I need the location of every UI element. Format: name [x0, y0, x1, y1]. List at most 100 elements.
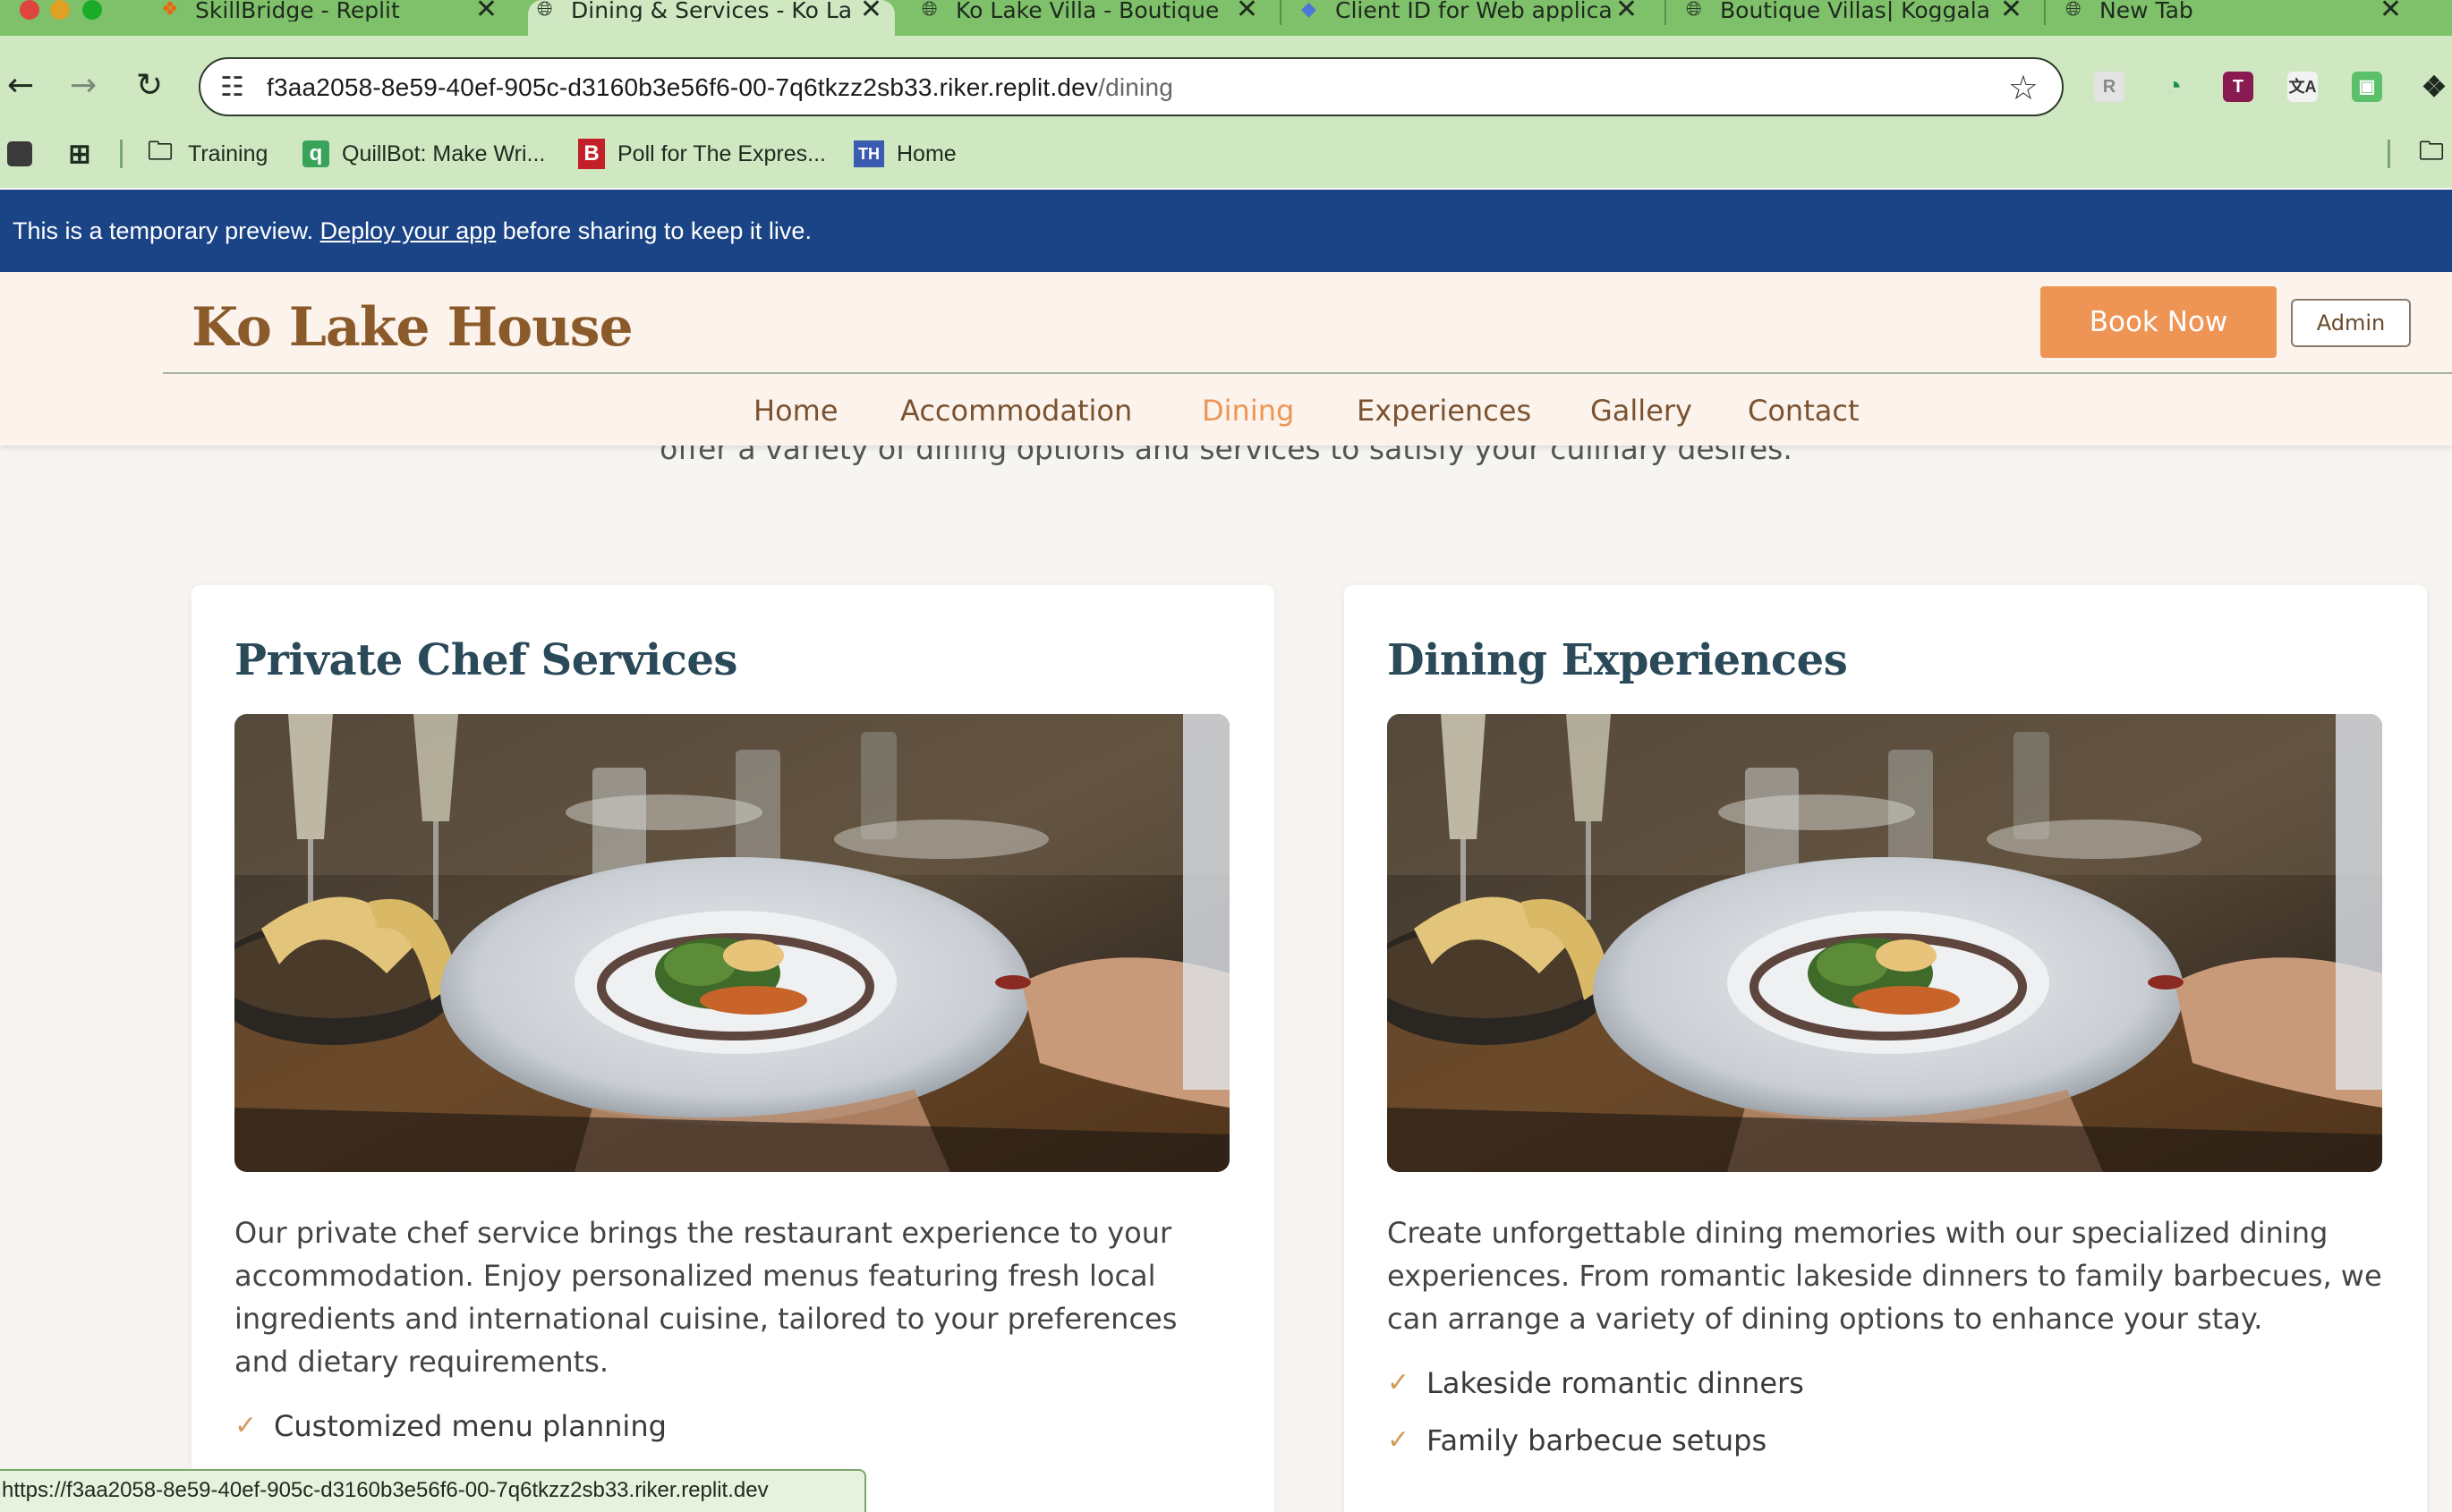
browser-tab[interactable]: 🌐︎ Boutique Villas| Koggala ✕ [1677, 0, 2035, 36]
address-url[interactable]: f3aa2058-8e59-40ef-905c-d3160b3e56f6-00-… [267, 72, 1173, 104]
bookmark-star-icon[interactable]: ☆ [2008, 68, 2039, 107]
globe-icon: 🌐︎ [922, 0, 938, 21]
browser-tabstrip: ❖ SkillBridge - Replit ✕ 🌐︎ Dining & Ser… [0, 0, 2452, 36]
link-status-bar: https://f3aa2058-8e59-40ef-905c-d3160b3e… [0, 1469, 866, 1512]
browser-tab[interactable]: ◆ Client ID for Web applica ✕ [1292, 0, 1650, 36]
forward-arrow-icon[interactable]: → [70, 70, 97, 102]
bookmark-separator [2388, 140, 2390, 168]
folder-icon: 🗀︎ [147, 137, 173, 165]
back-arrow-icon[interactable]: ← [7, 70, 34, 102]
preview-banner: This is a temporary preview. Deploy your… [0, 190, 2452, 272]
google-cloud-icon: ◆ [1301, 0, 1316, 21]
check-icon: ✓ [1387, 1424, 1410, 1456]
list-item: ✓ Lakeside romantic dinners [1387, 1355, 2382, 1412]
card-description: Create unforgettable dining memories wit… [1387, 1216, 2382, 1336]
apps-grid[interactable]: ⊞ [64, 136, 107, 172]
th-icon: TH [854, 140, 884, 167]
close-tab-icon[interactable]: ✕ [860, 0, 882, 23]
square-icon [7, 141, 32, 166]
book-now-button[interactable]: Book Now [2040, 286, 2277, 358]
close-window-button[interactable] [20, 0, 39, 20]
close-tab-icon[interactable]: ✕ [2380, 0, 2402, 23]
extension-icon[interactable]: R [2094, 72, 2124, 102]
tab-separator [1280, 0, 1281, 25]
site-settings-icon[interactable]: ☷ [220, 72, 244, 103]
close-tab-icon[interactable]: ✕ [1236, 0, 1258, 23]
maximize-window-button[interactable] [82, 0, 102, 20]
card-title: Dining Experiences [1387, 635, 1848, 685]
list-item: ✓ Family barbecue setups [1387, 1412, 2382, 1469]
card-title: Private Chef Services [234, 635, 737, 685]
banner-text: This is a temporary preview. [13, 217, 320, 244]
bookmark-label: Home [897, 140, 957, 166]
dining-experiences-card: Dining Experiences Create unforgettable … [1344, 585, 2427, 1512]
bookmark-square[interactable] [7, 136, 32, 172]
bookmark-label: QuillBot: Make Wri... [342, 140, 546, 166]
browser-tab[interactable]: ❖ SkillBridge - Replit ✕ [152, 0, 510, 36]
tab-title: SkillBridge - Replit [195, 0, 400, 21]
url-path: /dining [1098, 73, 1174, 101]
tab-separator [2044, 0, 2046, 25]
translate-icon[interactable]: 文A [2287, 72, 2318, 102]
bookmark-poll[interactable]: B Poll for The Expres... [578, 136, 826, 172]
extension-t-icon[interactable]: T [2223, 72, 2253, 102]
globe-icon: 🌐︎ [1686, 0, 1702, 21]
tab-title: Dining & Services - Ko La [571, 0, 853, 21]
site-header: Ko Lake House Book Now Admin Home Accomm… [0, 272, 2452, 446]
poll-icon: B [578, 139, 605, 169]
reload-icon[interactable]: ↻ [136, 70, 163, 102]
nav-gallery[interactable]: Gallery [1590, 388, 1692, 433]
tab-title: New Tab [2099, 0, 2193, 21]
feature-label: Family barbecue setups [1426, 1423, 1767, 1457]
admin-button[interactable]: Admin [2291, 299, 2411, 347]
minimize-window-button[interactable] [50, 0, 70, 20]
bookmark-label: Poll for The Expres... [617, 140, 826, 166]
main-nav: Home Accommodation Dining Experiences Ga… [0, 388, 2452, 433]
replit-icon: ❖ [161, 0, 179, 21]
dining-photo [234, 714, 1230, 1172]
extensions-puzzle-icon[interactable]: ❖ [2416, 72, 2452, 102]
list-item: ✓ Customized menu planning [234, 1397, 1230, 1455]
card-description: Our private chef service brings the rest… [234, 1216, 1178, 1379]
nav-experiences[interactable]: Experiences [1357, 388, 1531, 433]
tab-title: Client ID for Web applica [1335, 0, 1613, 21]
close-tab-icon[interactable]: ✕ [475, 0, 498, 23]
feature-label: Lakeside romantic dinners [1426, 1366, 1804, 1400]
folder-icon: 🗀︎ [2418, 137, 2444, 165]
bookmark-home[interactable]: TH Home [854, 136, 957, 172]
nav-accommodation[interactable]: Accommodation [900, 388, 1132, 433]
nav-home[interactable]: Home [753, 388, 839, 433]
browser-tab[interactable]: 🌐︎ Ko Lake Villa - Boutique ✕ [913, 0, 1271, 36]
header-divider [163, 372, 2452, 374]
address-bar[interactable]: ☷ f3aa2058-8e59-40ef-905c-d3160b3e56f6-0… [199, 57, 2064, 116]
feature-label: Customized menu planning [274, 1409, 667, 1443]
other-bookmarks[interactable]: 🗀︎ [2416, 136, 2452, 172]
banner-text-after: before sharing to keep it live. [496, 217, 812, 244]
globe-icon: 🌐︎ [2065, 0, 2082, 21]
grammarly-icon[interactable]: ◔ [2158, 72, 2189, 102]
feature-list: ✓ Customized menu planning [234, 1397, 1230, 1455]
browser-tab[interactable]: 🌐︎ New Tab ✕ [2056, 0, 2414, 36]
apps-grid-icon: ⊞ [68, 139, 91, 169]
nav-contact[interactable]: Contact [1748, 388, 1860, 433]
quillbot-icon: q [302, 140, 329, 167]
private-chef-card: Private Chef Services Our private chef s… [192, 585, 1274, 1512]
close-tab-icon[interactable]: ✕ [2000, 0, 2022, 23]
tab-separator [1664, 0, 1666, 25]
bookmark-separator [120, 140, 123, 168]
globe-icon: 🌐︎ [537, 0, 553, 21]
bookmark-quillbot[interactable]: q QuillBot: Make Wri... [302, 136, 545, 172]
close-tab-icon[interactable]: ✕ [1615, 0, 1638, 23]
nav-dining[interactable]: Dining [1202, 388, 1294, 433]
site-logo[interactable]: Ko Lake House [192, 292, 634, 363]
dining-photo [1387, 714, 2382, 1172]
deploy-app-link[interactable]: Deploy your app [320, 217, 497, 244]
bookmark-training[interactable]: 🗀︎ Training [145, 136, 268, 172]
browser-tab-active[interactable]: 🌐︎ Dining & Services - Ko La ✕ [528, 0, 895, 36]
url-host: f3aa2058-8e59-40ef-905c-d3160b3e56f6-00-… [267, 73, 1099, 101]
extension-green-icon[interactable]: ▣ [2352, 72, 2382, 102]
tab-title: Ko Lake Villa - Boutique [956, 0, 1220, 21]
feature-list: ✓ Lakeside romantic dinners ✓ Family barbe… [1387, 1355, 2382, 1469]
tab-title: Boutique Villas| Koggala [1720, 0, 1990, 21]
bookmark-label: Training [188, 140, 268, 166]
